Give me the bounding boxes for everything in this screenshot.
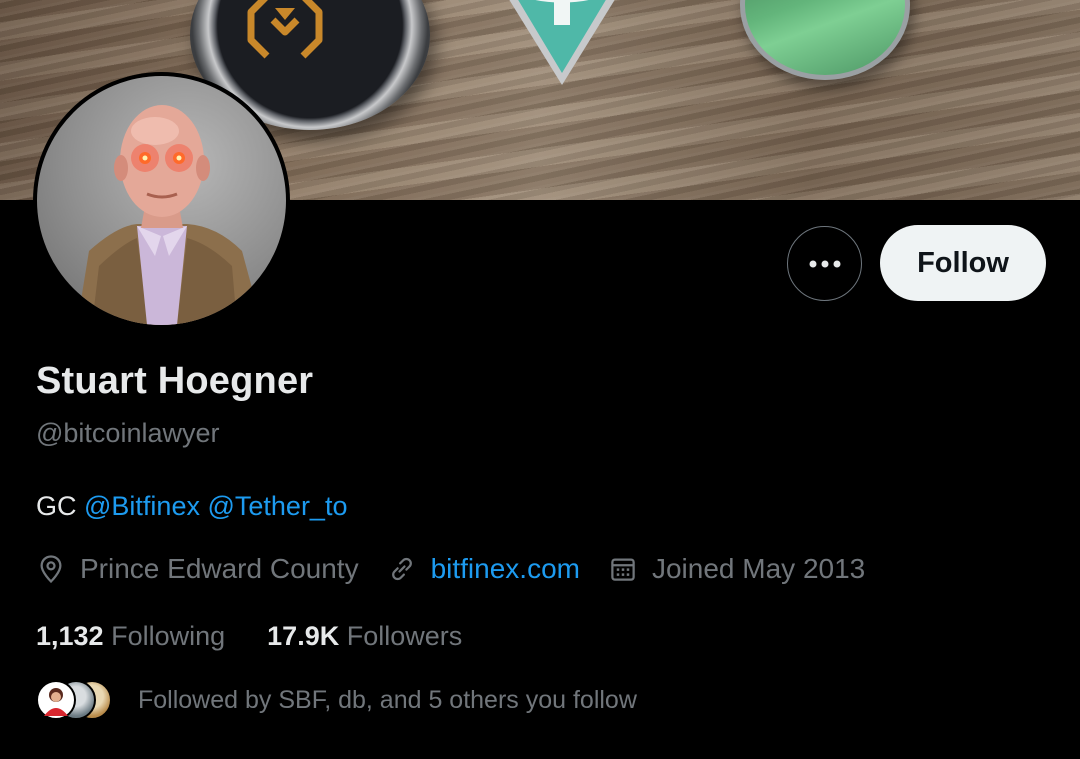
- banner-coin-logo: [247, 0, 323, 59]
- followers-stat[interactable]: 17.9K Followers: [267, 621, 462, 652]
- followed-by-text: Followed by SBF, db, and 5 others you fo…: [138, 685, 637, 714]
- website-link[interactable]: bitfinex.com: [431, 553, 580, 585]
- following-label: Following: [111, 621, 226, 651]
- location-text: Prince Edward County: [80, 553, 359, 584]
- followers-label: Followers: [346, 621, 463, 651]
- profile-handle: @bitcoinlawyer: [36, 418, 220, 448]
- profile-page: Follow Stuart Hoegner @bitcoinlawyer GC …: [0, 0, 1080, 759]
- profile-name: Stuart Hoegner: [36, 360, 314, 402]
- avatar-photo: [37, 76, 286, 325]
- profile-website[interactable]: bitfinex.com: [387, 553, 580, 585]
- banner-tether-pin: [509, 0, 615, 85]
- following-stat[interactable]: 1,132 Following: [36, 621, 225, 652]
- profile-bio: GC @Bitfinex @Tether_to: [36, 491, 347, 522]
- more-dots-icon: [809, 260, 840, 267]
- bio-mention-tether[interactable]: @Tether_to: [207, 491, 347, 521]
- profile-meta: Prince Edward County bitfinex.com Joined…: [36, 553, 893, 585]
- profile-joined: Joined May 2013: [608, 553, 865, 585]
- banner-green-pin: [740, 0, 910, 80]
- bio-text: GC: [36, 491, 77, 521]
- followed-by[interactable]: Followed by SBF, db, and 5 others you fo…: [36, 680, 637, 720]
- followed-by-avatars: [36, 680, 116, 720]
- profile-stats: 1,132 Following 17.9K Followers: [36, 621, 504, 652]
- more-options-button[interactable]: [787, 226, 862, 301]
- profile-avatar[interactable]: [33, 72, 290, 329]
- profile-location: Prince Edward County: [36, 553, 359, 585]
- following-count: 1,132: [36, 621, 104, 651]
- bio-mention-bitfinex[interactable]: @Bitfinex: [84, 491, 200, 521]
- link-icon: [391, 557, 412, 581]
- follow-button[interactable]: Follow: [880, 225, 1046, 301]
- joined-text: Joined May 2013: [651, 553, 866, 584]
- calendar-icon: [611, 558, 635, 581]
- avatar-portrait: [77, 105, 262, 325]
- follower-avatar-art: [44, 688, 68, 716]
- location-pin-icon: [40, 555, 62, 584]
- followers-count: 17.9K: [267, 621, 340, 651]
- follower-avatar: [36, 680, 76, 720]
